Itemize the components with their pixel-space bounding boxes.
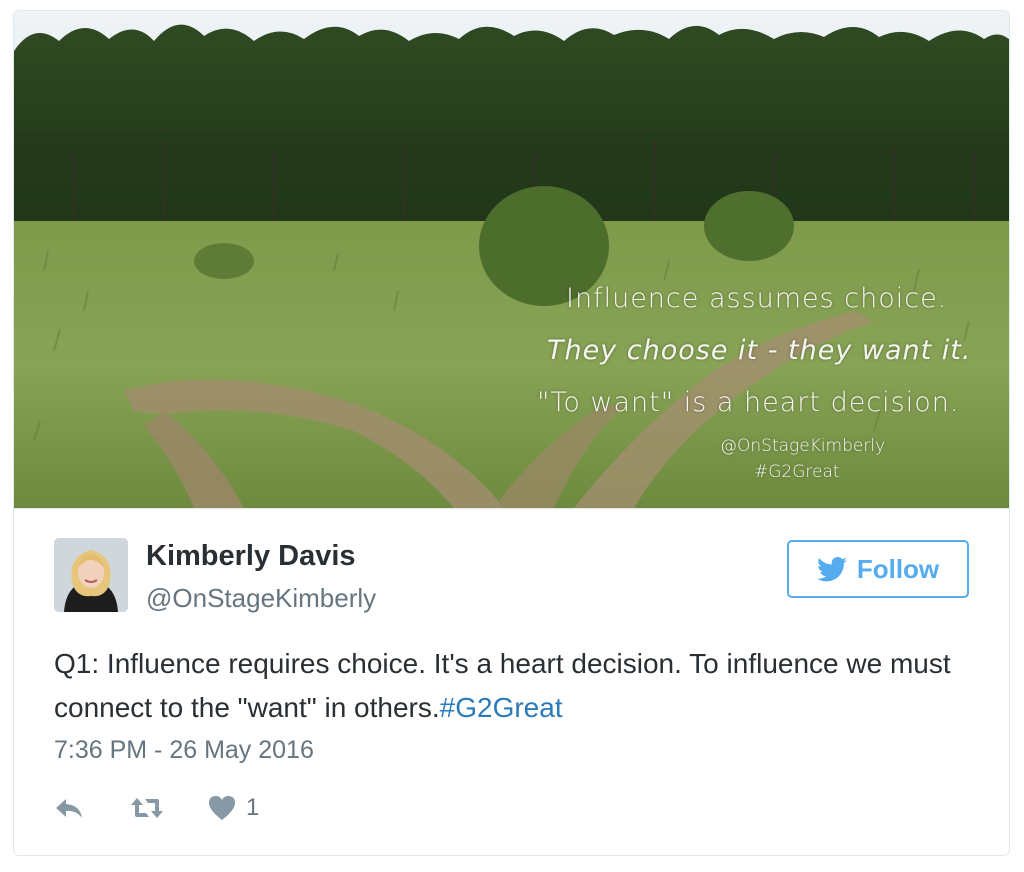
tweet-text: Q1: Influence requires choice. It's a he… (54, 642, 974, 730)
hashtag-link[interactable]: #G2Great (440, 692, 563, 723)
image-watermark-handle: @OnStageKimberly (720, 436, 886, 456)
like-count: 1 (246, 794, 260, 821)
media-divider (14, 508, 1009, 509)
reply-icon (56, 799, 82, 818)
author-handle[interactable]: @OnStageKimberly (146, 583, 376, 614)
heart-icon (209, 796, 235, 820)
tweet-card: Influence assumes choice. They choose it… (13, 10, 1010, 856)
tweet-actions: 1 (54, 791, 259, 825)
reply-button[interactable] (54, 796, 84, 820)
like-button[interactable]: 1 (208, 794, 259, 822)
retweet-icon (131, 798, 163, 818)
profile-photo-icon (54, 538, 128, 612)
follow-button-label: Follow (856, 553, 940, 584)
follow-button[interactable]: Follow (787, 540, 969, 598)
image-watermark-hashtag: #G2Great (754, 462, 840, 482)
image-quote-line-1: Influence assumes choice. (566, 283, 948, 314)
twitter-bird-icon (816, 556, 847, 581)
avatar[interactable] (54, 538, 128, 612)
landscape-photo (14, 11, 1009, 508)
image-quote-line-3: "To want" is a heart decision. (537, 387, 960, 418)
image-quote-line-2: They choose it - they want it. (547, 335, 972, 366)
retweet-button[interactable] (130, 796, 164, 820)
author-name[interactable]: Kimberly Davis (146, 540, 356, 573)
tweet-timestamp[interactable]: 7:36 PM - 26 May 2016 (54, 736, 314, 765)
tweet-image[interactable]: Influence assumes choice. They choose it… (14, 11, 1009, 508)
